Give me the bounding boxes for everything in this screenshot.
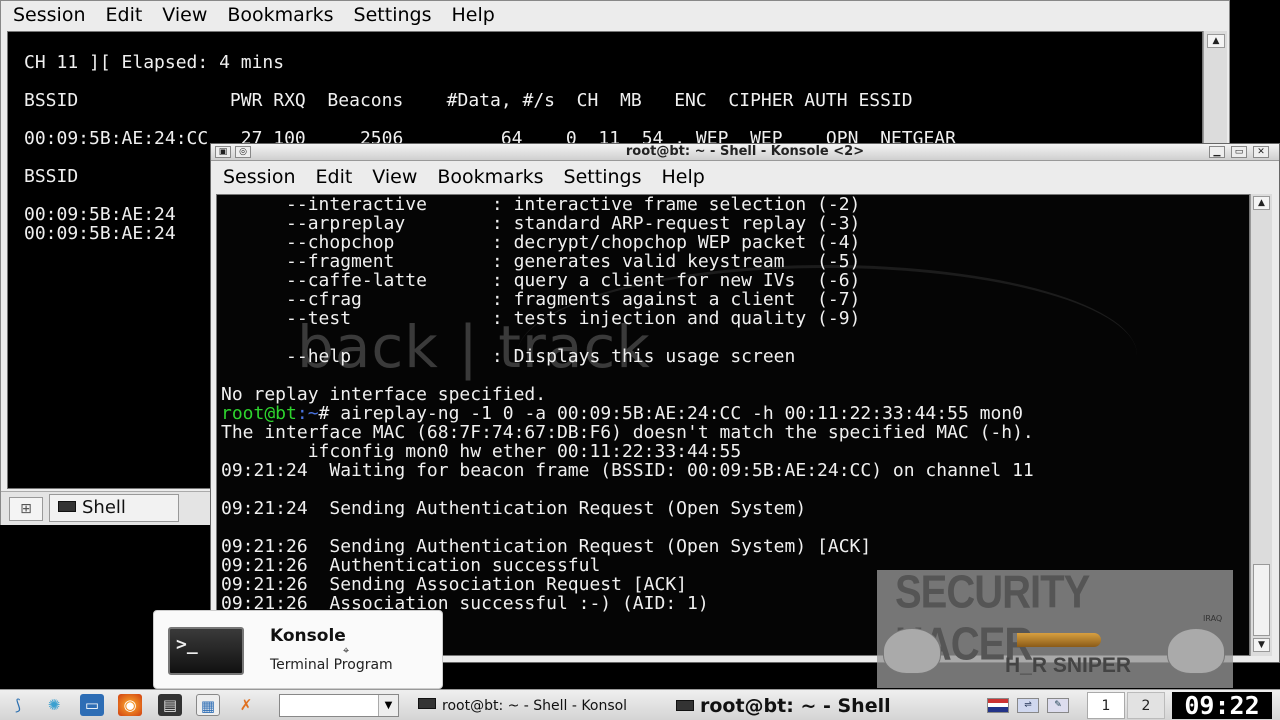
tab-shell-label: Shell xyxy=(82,497,126,518)
terminal-line: ifconfig mon0 hw ether 00:11:22:33:44:55 xyxy=(221,441,742,462)
prompt-path: :~ xyxy=(296,403,319,424)
back-menubar: Session Edit View Bookmarks Settings Hel… xyxy=(1,1,1229,28)
new-tab-icon[interactable]: ⊞ xyxy=(9,497,43,521)
menu-session[interactable]: Session xyxy=(223,166,296,188)
window-titlebar[interactable]: ▣ ◎ root@bt: ~ - Shell - Konsole <2> ▁ ▭… xyxy=(211,144,1279,161)
terminal-line: --arpreplay : standard ARP-request repla… xyxy=(221,213,861,234)
terminal-line: --chopchop : decrypt/chopchop WEP packet… xyxy=(221,232,861,253)
mouse-cursor-icon: ⌖ xyxy=(343,644,350,657)
konsole-tooltip: >_ Konsole ⌖ Terminal Program xyxy=(153,610,443,689)
menu-edit[interactable]: Edit xyxy=(316,166,353,188)
terminal-line: --caffe-latte : query a client for new I… xyxy=(221,270,861,291)
clock[interactable]: 09:22 xyxy=(1172,692,1272,719)
terminal-line: No replay interface specified. xyxy=(221,384,547,405)
menu-edit[interactable]: Edit xyxy=(106,4,143,26)
terminal-line: --interactive : interactive frame select… xyxy=(221,194,861,215)
network-tray-icon[interactable]: ⇌ xyxy=(1017,698,1039,713)
terminal-line: --help : Displays this usage screen xyxy=(221,346,796,367)
menu-help[interactable]: Help xyxy=(661,166,704,188)
clipboard-tray-icon[interactable]: ✎ xyxy=(1047,698,1069,713)
kde-menu-icon[interactable]: ⟆ xyxy=(6,694,30,716)
terminal-app-icon: >_ xyxy=(168,627,244,675)
tab-shell[interactable]: Shell xyxy=(49,494,179,522)
terminal-line: 09:21:26 Sending Authentication Request … xyxy=(221,536,872,557)
scroll-up-arrow-icon[interactable]: ▲ xyxy=(1253,196,1270,210)
airodump-station-row: 00:09:5B:AE:24 xyxy=(24,223,176,244)
hat-icon xyxy=(1167,628,1225,674)
terminal-icon xyxy=(418,698,436,709)
taskbar-task-shell-konsole[interactable]: root@bt: ~ - Shell - Konsol xyxy=(418,694,664,718)
close-icon[interactable]: ✕ xyxy=(1253,146,1269,158)
front-menubar: Session Edit View Bookmarks Settings Hel… xyxy=(211,162,1279,192)
tools-icon[interactable]: ✗ xyxy=(234,694,258,716)
prompt-user: root@bt xyxy=(221,403,297,424)
firefox-icon[interactable]: ◉ xyxy=(118,694,142,716)
airodump-station-header: BSSID xyxy=(24,166,79,187)
menu-settings[interactable]: Settings xyxy=(354,4,432,26)
menu-settings[interactable]: Settings xyxy=(564,166,642,188)
terminal-output: --interactive : interactive frame select… xyxy=(221,195,1034,613)
desktop-pager-1[interactable]: 1 xyxy=(1087,692,1125,719)
task-label: root@bt: ~ - Shell - Konsol xyxy=(442,698,628,714)
task-label: root@bt: ~ - Shell xyxy=(700,695,891,717)
network-icon[interactable]: ✺ xyxy=(42,694,66,716)
chevron-down-icon[interactable]: ▼ xyxy=(378,695,398,716)
menu-bookmarks[interactable]: Bookmarks xyxy=(227,4,333,26)
terminal-line: --cfrag : fragments against a client (-7… xyxy=(221,289,861,310)
maximize-icon[interactable]: ▭ xyxy=(1231,146,1247,158)
scrollbar-thumb[interactable] xyxy=(1253,564,1270,636)
scroll-down-arrow-icon[interactable]: ▼ xyxy=(1253,638,1270,652)
menu-view[interactable]: View xyxy=(372,166,417,188)
watermark-subtitle: H_R SNIPER xyxy=(1005,654,1132,677)
menu-help[interactable]: Help xyxy=(451,4,494,26)
menu-bookmarks[interactable]: Bookmarks xyxy=(437,166,543,188)
prompt-line: root@bt:~# aireplay-ng -1 0 -a 00:09:5B:… xyxy=(221,404,1034,423)
minimize-icon[interactable]: ▁ xyxy=(1209,146,1225,158)
bullet-icon xyxy=(1017,633,1101,647)
airodump-header: CH 11 ][ Elapsed: 4 mins xyxy=(24,52,285,73)
file-manager-icon[interactable]: ▦ xyxy=(196,694,220,716)
airodump-columns: BSSID PWR RXQ Beacons #Data, #/s CH MB E… xyxy=(24,90,913,111)
terminal-line: 09:21:24 Waiting for beacon frame (BSSID… xyxy=(221,460,1034,481)
watermark-tiny-text: IRAQ xyxy=(1203,614,1223,623)
taskbar: ⟆ ✺ ▭ ◉ ▤ ▦ ✗ ▼ root@bt: ~ - Shell - Kon… xyxy=(0,689,1280,720)
terminal-icon xyxy=(676,700,694,711)
taskbar-search-combo[interactable]: ▼ xyxy=(279,694,399,717)
taskbar-task-shell[interactable]: root@bt: ~ - Shell xyxy=(676,694,966,718)
keyboard-layout-flag-icon[interactable] xyxy=(987,698,1009,713)
terminal-line: --fragment : generates valid keystream (… xyxy=(221,251,861,272)
prompt-symbol: # xyxy=(318,403,341,424)
terminal-scrollbar[interactable]: ▲ ▼ xyxy=(1250,194,1272,656)
watermark-logo: SECURITY HACER IRAQ H_R SNIPER xyxy=(877,570,1233,688)
tooltip-subtitle: Terminal Program xyxy=(270,657,393,673)
terminal-line: The interface MAC (68:7F:74:67:DB:F6) do… xyxy=(221,422,1034,443)
desktop-pager-2[interactable]: 2 xyxy=(1127,692,1165,719)
airodump-station-row: 00:09:5B:AE:24 xyxy=(24,204,176,225)
terminal-icon xyxy=(58,501,76,512)
menu-view[interactable]: View xyxy=(162,4,207,26)
tooltip-title: Konsole xyxy=(270,626,346,646)
menu-session[interactable]: Session xyxy=(13,4,86,26)
desktop-icon[interactable]: ▭ xyxy=(80,694,104,716)
terminal-launcher-icon[interactable]: ▤ xyxy=(158,694,182,716)
terminal-line: --test : tests injection and quality (-9… xyxy=(221,308,861,329)
prompt-command: aireplay-ng -1 0 -a 00:09:5B:AE:24:CC -h… xyxy=(340,403,1023,424)
terminal-line: 09:21:24 Sending Authentication Request … xyxy=(221,498,807,519)
window-title: root@bt: ~ - Shell - Konsole <2> xyxy=(625,144,865,159)
hat-icon xyxy=(883,628,941,674)
scroll-up-arrow-icon[interactable]: ▲ xyxy=(1207,34,1225,48)
